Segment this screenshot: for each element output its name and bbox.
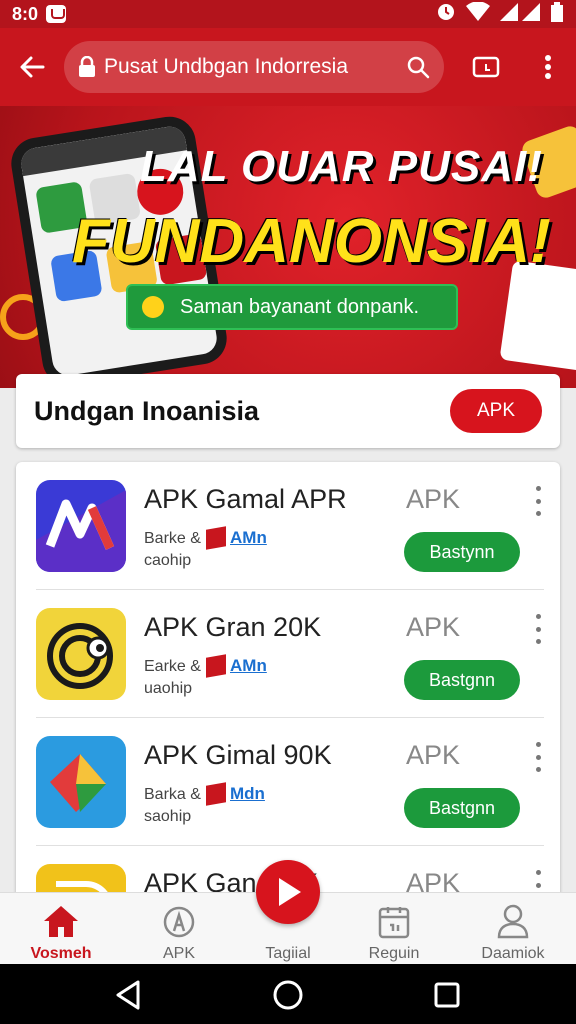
url-bar[interactable]: Pusat Undbgan Indorresia bbox=[64, 41, 444, 93]
banner-headline: LAL OUAR PUSAI! bbox=[140, 142, 543, 191]
signal-icon bbox=[500, 2, 540, 27]
status-time: 8:0 bbox=[12, 3, 39, 24]
wifi-icon bbox=[466, 0, 490, 27]
app-meta: Barke & bbox=[144, 530, 201, 547]
app-type: APK bbox=[406, 484, 461, 514]
home-icon bbox=[44, 906, 78, 937]
apk-filter-button[interactable]: APK bbox=[450, 389, 542, 433]
more-vert-icon[interactable] bbox=[530, 742, 546, 772]
more-menu-button[interactable] bbox=[528, 54, 568, 80]
play-icon bbox=[279, 878, 301, 906]
list-item[interactable]: APK Gimal 90K Barka & saohip Mdn APK Bas… bbox=[16, 718, 560, 846]
install-button[interactable]: Bastgnn bbox=[404, 660, 520, 700]
banner-headline-main: FUNDANONSIA! bbox=[72, 207, 551, 276]
app-icon bbox=[36, 736, 126, 828]
badge-icon bbox=[206, 654, 226, 678]
section-title: Undgan Inoanisia bbox=[34, 395, 260, 426]
more-vert-icon[interactable] bbox=[530, 486, 546, 516]
nav-label: Vosmeh bbox=[30, 945, 92, 962]
status-bar: 8:0 bbox=[0, 0, 576, 28]
app-name: APK Gamal APR bbox=[144, 484, 347, 514]
app-name: APK Gran 20K bbox=[144, 612, 322, 642]
section-header-card: Undgan Inoanisia APK bbox=[16, 374, 560, 448]
tabs-button[interactable] bbox=[444, 55, 528, 79]
system-navigation-bar bbox=[0, 964, 576, 1024]
url-text: Pusat Undbgan Indorresia bbox=[104, 55, 348, 78]
nav-label: Tagiial bbox=[265, 945, 311, 962]
emoji-icon bbox=[142, 296, 164, 318]
app-meta: uaohip bbox=[144, 680, 193, 697]
app-icon bbox=[36, 480, 126, 572]
play-button[interactable] bbox=[256, 860, 320, 924]
back-button[interactable] bbox=[0, 28, 64, 106]
nav-label: Daamiok bbox=[481, 945, 545, 962]
alarm-icon bbox=[436, 2, 456, 27]
badge-icon bbox=[206, 526, 226, 550]
nav-item-apk[interactable]: APK bbox=[124, 893, 234, 965]
recents-square-icon bbox=[434, 982, 460, 1008]
install-button[interactable]: Bastynn bbox=[404, 532, 520, 572]
app-name: APK Gimal 90K bbox=[144, 740, 332, 770]
notification-icon bbox=[46, 5, 67, 23]
system-home-button[interactable] bbox=[271, 978, 305, 1012]
nav-item-home[interactable]: Vosmeh bbox=[6, 893, 116, 965]
app-badge: Mdn bbox=[206, 782, 265, 806]
download-icon bbox=[163, 906, 195, 938]
nav-item-reguin[interactable]: Reguin bbox=[339, 893, 449, 965]
promo-banner[interactable]: LAL OUAR PUSAI! FUNDANONSIA! Saman bayan… bbox=[0, 106, 576, 388]
app-list: APK Gamal APR Barke & caohip AMn APK Bas… bbox=[16, 462, 560, 902]
arrow-left-icon bbox=[20, 56, 45, 78]
app-badge: AMn bbox=[206, 654, 267, 678]
profile-icon bbox=[497, 904, 529, 939]
nav-label: APK bbox=[162, 945, 195, 962]
app-type: APK bbox=[406, 740, 461, 770]
more-vert-icon[interactable] bbox=[530, 614, 546, 644]
back-triangle-icon bbox=[116, 980, 140, 1010]
search-icon[interactable] bbox=[406, 55, 430, 79]
battery-icon bbox=[550, 1, 564, 27]
list-item[interactable]: APK Gamal APR Barke & caohip AMn APK Bas… bbox=[16, 462, 560, 590]
install-button[interactable]: Bastgnn bbox=[404, 788, 520, 828]
badge-icon bbox=[206, 782, 226, 806]
app-type: APK bbox=[406, 612, 461, 642]
calendar-icon bbox=[378, 907, 410, 939]
app-meta: saohip bbox=[144, 808, 192, 825]
app-icon bbox=[36, 608, 126, 700]
system-back-button[interactable] bbox=[112, 978, 146, 1012]
more-vert-icon bbox=[545, 55, 551, 79]
banner-cta[interactable]: Saman bayanant donpank. bbox=[126, 284, 458, 330]
app-meta: caohip bbox=[144, 552, 192, 569]
status-icons bbox=[436, 0, 564, 27]
system-recents-button[interactable] bbox=[430, 978, 464, 1012]
nav-item-profile[interactable]: Daamiok bbox=[458, 893, 568, 965]
home-circle-icon bbox=[273, 980, 303, 1010]
banner-cta-label: Saman bayanant donpank. bbox=[180, 295, 420, 318]
browser-toolbar: Pusat Undbgan Indorresia bbox=[0, 28, 576, 106]
app-meta: Earke & bbox=[144, 658, 201, 675]
app-meta: Barka & bbox=[144, 786, 201, 803]
lock-icon bbox=[79, 56, 95, 77]
nav-label: Reguin bbox=[368, 945, 420, 962]
list-item[interactable]: APK Gran 20K Earke & uaohip AMn APK Bast… bbox=[16, 590, 560, 718]
app-badge: AMn bbox=[206, 526, 267, 550]
tabs-icon bbox=[472, 56, 500, 78]
